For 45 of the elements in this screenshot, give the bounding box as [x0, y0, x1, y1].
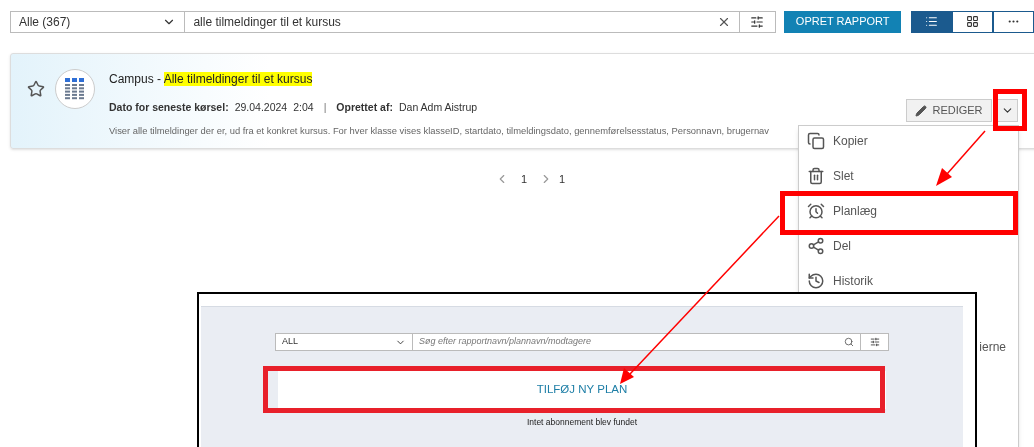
annotation-arrow	[936, 130, 986, 186]
filter-button[interactable]	[739, 10, 777, 33]
report-description: Viser alle tilmeldinger der er, ud fra et konkret kursus. For hver klasse vises klasseID, startdato, tilmeldingsdato, gennemførelsesstatus, Personnavn, brugernav	[109, 123, 770, 138]
created-by: Dan Adm Aistrup	[398, 100, 478, 115]
separator: |	[323, 100, 327, 115]
menu-item[interactable]: Planlæg	[799, 199, 1018, 223]
table-icon	[65, 78, 85, 100]
trash-icon	[807, 167, 825, 185]
add-plan-button[interactable]: TILFØJ NY PLAN	[278, 371, 886, 409]
current-page[interactable]: 1	[520, 171, 527, 188]
plan-search-field[interactable]: Søg efter rapportnavn/plannavn/modtagere	[413, 333, 861, 351]
sliders-icon	[750, 14, 765, 29]
history-icon	[807, 272, 825, 290]
grid-view-button[interactable]	[952, 10, 993, 33]
highlight-box	[993, 89, 1027, 131]
search-field[interactable]: alle tilmeldinger til et kursus	[185, 10, 740, 33]
menu-item[interactable]: ierne	[979, 338, 1006, 356]
share-icon	[807, 237, 825, 255]
more-actions-button[interactable]	[996, 99, 1018, 122]
copy-icon	[807, 132, 825, 150]
more-button[interactable]	[993, 10, 1034, 33]
category-dropdown[interactable]: Alle (367)	[10, 10, 186, 33]
star-icon[interactable]	[27, 80, 45, 98]
search-icon	[844, 337, 854, 347]
last-run-label: Dato for seneste kørsel:	[109, 100, 229, 115]
total-pages: 1	[559, 172, 566, 187]
menu-item[interactable]: Kopier	[799, 129, 1018, 153]
edit-button[interactable]: REDIGER	[906, 99, 992, 122]
alarm-clock-icon	[807, 202, 825, 220]
list-view-button[interactable]	[911, 10, 952, 33]
pencil-icon	[915, 104, 928, 117]
create-report-button[interactable]: OPRET RAPPORT	[784, 10, 901, 33]
created-by-label: Oprettet af:	[336, 100, 393, 115]
list-icon	[925, 15, 938, 28]
filter-dropdown[interactable]: ALL	[275, 333, 413, 351]
menu-item[interactable]: Del	[799, 234, 1018, 258]
menu-item[interactable]: Slet	[799, 164, 1018, 188]
grid-icon	[966, 15, 979, 28]
empty-message: Intet abonnement blev fundet	[526, 416, 638, 429]
last-run-date: 29.04.2024	[234, 100, 288, 115]
menu-item[interactable]: Historik	[799, 269, 1018, 293]
filter-button[interactable]	[861, 333, 889, 351]
report-title[interactable]: Campus - Alle tilmeldinger til et kursus	[109, 70, 770, 88]
sliders-icon	[869, 337, 880, 347]
last-run-time: 2:04	[293, 100, 314, 115]
